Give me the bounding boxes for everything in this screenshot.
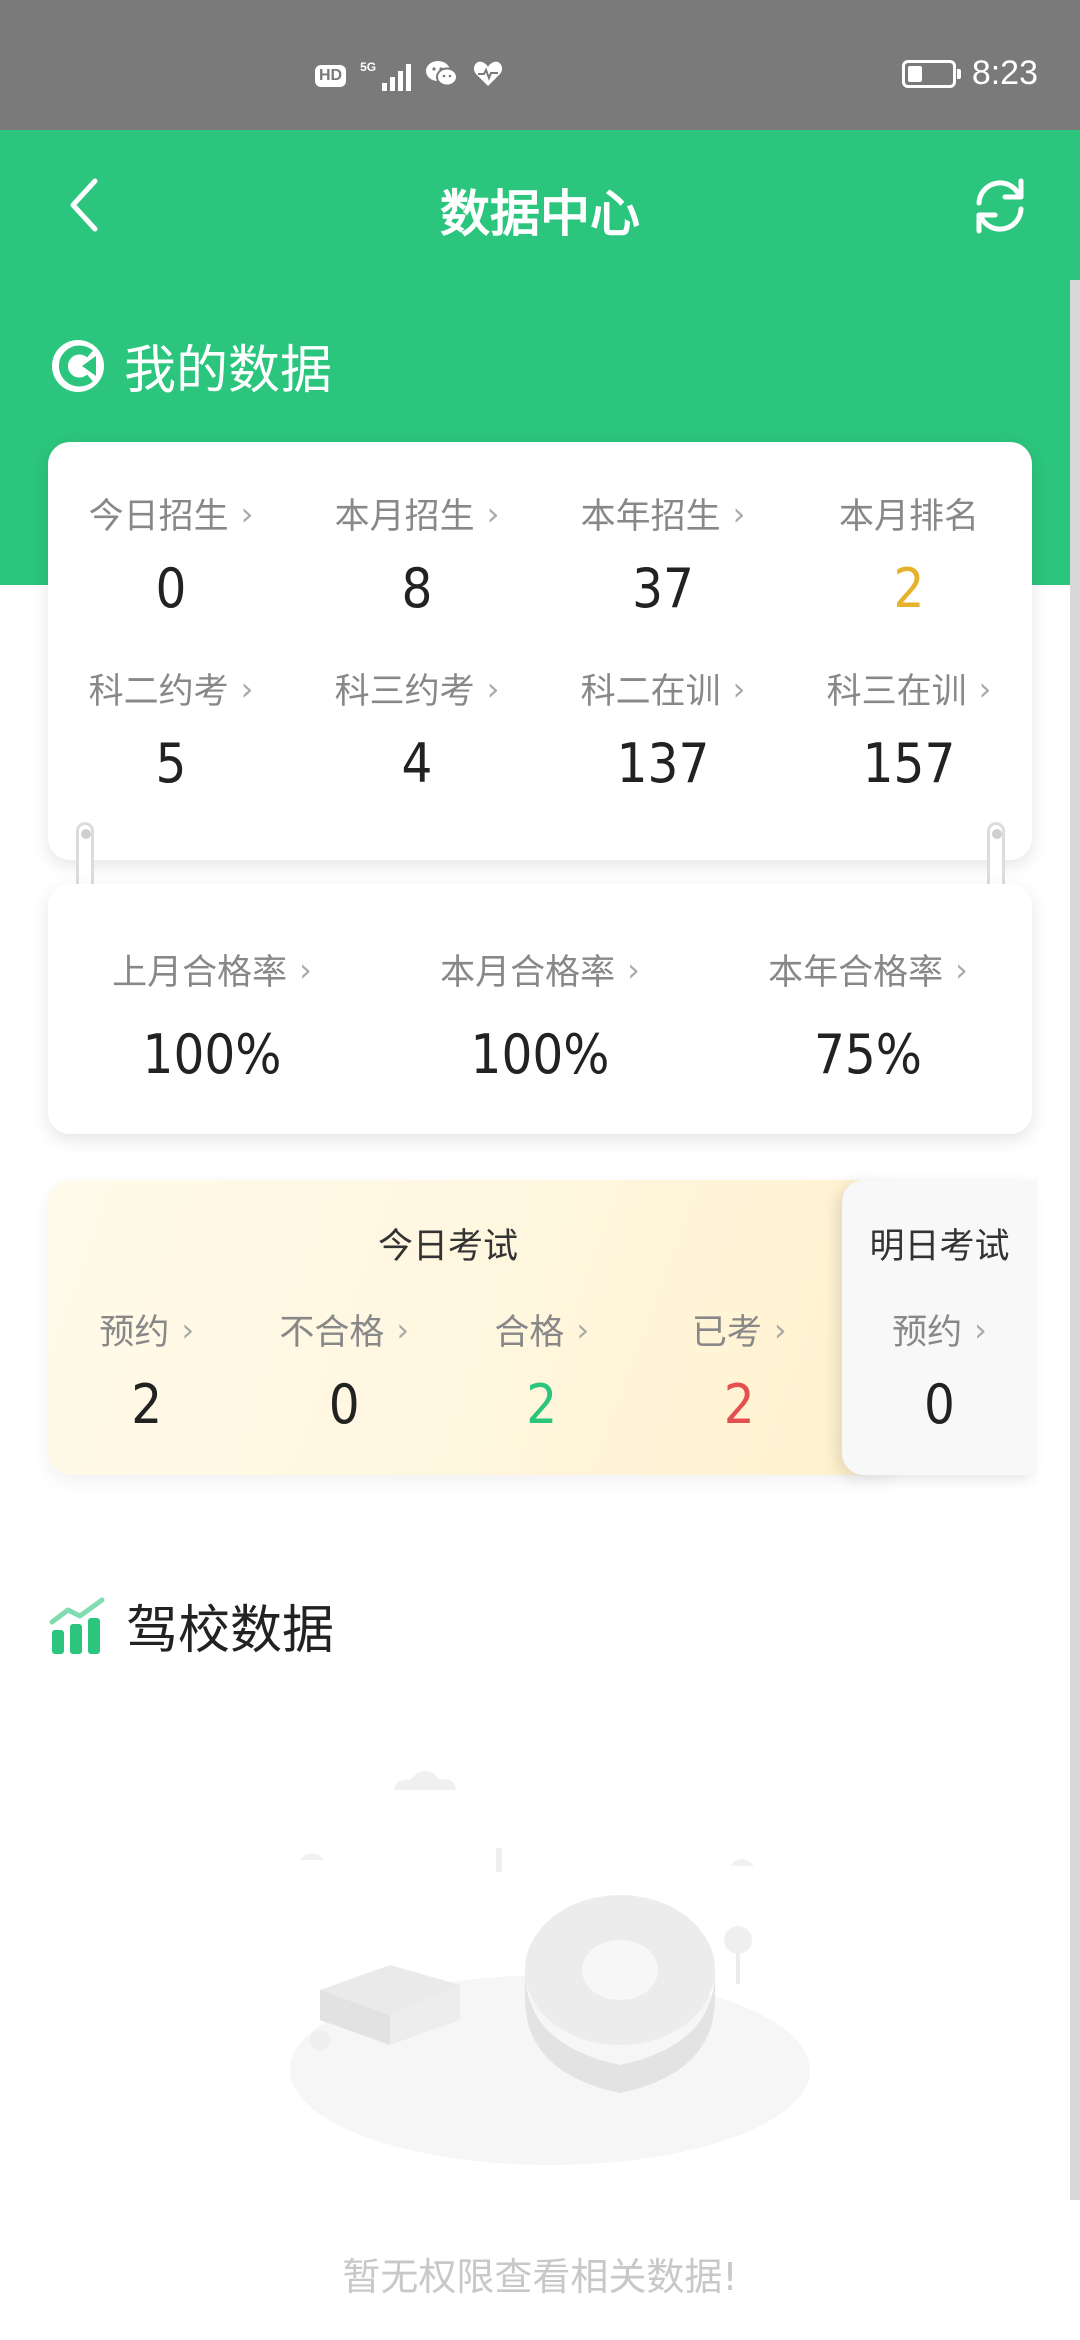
stat-label: 本年招生 bbox=[580, 497, 721, 537]
data-logo-icon bbox=[52, 339, 104, 392]
chevron-right-icon: › bbox=[974, 1310, 987, 1349]
network-type: 5G bbox=[360, 60, 377, 74]
stat-month-enroll[interactable]: 本月招生 › 8 bbox=[294, 488, 540, 619]
stat-k3-training[interactable]: 科三在训 › 157 bbox=[786, 663, 1032, 794]
chevron-right-icon: › bbox=[396, 1310, 410, 1349]
nav-bar: 数据中心 bbox=[0, 130, 1080, 280]
stat-label: 本年合格率 bbox=[768, 953, 944, 993]
exam-today-passed[interactable]: 合格 › 2 bbox=[443, 1304, 641, 1435]
stat-value: 2 bbox=[526, 1373, 558, 1436]
pass-rate-last-month[interactable]: 上月合格率 › 100% bbox=[48, 944, 376, 1085]
stat-label: 科三约考 bbox=[334, 672, 475, 712]
pass-rate-this-month[interactable]: 本月合格率 › 100% bbox=[376, 944, 704, 1085]
my-data-card: 今日招生 › 0 本月招生 › 8 本年招生 › 37 本月排名 2 科二约考 › 5 … bbox=[48, 442, 1032, 860]
chevron-right-icon: › bbox=[240, 494, 254, 533]
battery-icon bbox=[901, 59, 961, 88]
stats-row-1: 今日招生 › 0 本月招生 › 8 本年招生 › 37 本月排名 2 bbox=[48, 442, 1032, 619]
chevron-right-icon: › bbox=[240, 669, 254, 708]
refresh-icon bbox=[976, 178, 1024, 234]
stat-value: 2 bbox=[723, 1373, 755, 1436]
exam-today-failed[interactable]: 不合格 › 0 bbox=[246, 1304, 444, 1435]
chevron-right-icon: › bbox=[732, 494, 746, 533]
exam-today-card: 今日考试 预约 › 2 不合格 › 0 合格 › 2 已考 › 2 bbox=[48, 1180, 898, 1475]
health-icon bbox=[473, 60, 503, 92]
clock: 8:23 bbox=[971, 54, 1038, 92]
chevron-right-icon: › bbox=[486, 494, 500, 533]
school-data-header: 驾校数据 bbox=[48, 1588, 334, 1663]
scrollbar[interactable] bbox=[1070, 280, 1080, 2200]
stat-label: 不合格 bbox=[279, 1313, 385, 1353]
my-data-title: 我的数据 bbox=[124, 341, 333, 401]
chevron-right-icon: › bbox=[486, 669, 500, 708]
stat-value: 100% bbox=[470, 1023, 610, 1086]
wechat-icon bbox=[425, 59, 459, 93]
stat-k2-booked[interactable]: 科二约考 › 5 bbox=[48, 663, 294, 794]
stat-label: 已考 bbox=[691, 1313, 762, 1353]
signal-icon: 5G bbox=[360, 60, 412, 91]
chevron-right-icon: › bbox=[299, 950, 312, 989]
stat-label: 合格 bbox=[494, 1313, 565, 1353]
bar-chart-icon bbox=[49, 1597, 105, 1654]
exam-today-booked[interactable]: 预约 › 2 bbox=[48, 1304, 246, 1435]
stat-k3-booked[interactable]: 科三约考 › 4 bbox=[294, 663, 540, 794]
page-title: 数据中心 bbox=[440, 185, 640, 243]
pass-rate-this-year[interactable]: 本年合格率 › 75% bbox=[704, 944, 1032, 1085]
stat-value: 75% bbox=[814, 1023, 922, 1086]
pass-rate-card: 上月合格率 › 100% 本月合格率 › 100% 本年合格率 › 75% bbox=[48, 884, 1032, 1134]
stat-k2-training[interactable]: 科二在训 › 137 bbox=[540, 663, 786, 794]
chevron-right-icon: › bbox=[955, 950, 968, 989]
exam-tomorrow-booked[interactable]: 预约 › 0 bbox=[842, 1304, 1037, 1435]
stat-value: 5 bbox=[155, 732, 187, 795]
refresh-button[interactable] bbox=[960, 166, 1040, 246]
chevron-right-icon: › bbox=[773, 1310, 787, 1349]
exam-tomorrow-card: 明日考试 预约 › 0 bbox=[842, 1180, 1037, 1475]
stat-label: 科三在训 bbox=[826, 672, 967, 712]
stat-month-rank: 本月排名 2 bbox=[786, 488, 1032, 619]
exam-today-title: 今日考试 bbox=[377, 1227, 518, 1267]
stat-value: 37 bbox=[632, 557, 694, 620]
stat-label: 上月合格率 bbox=[112, 953, 288, 993]
status-bar: HD 5G 8:23 bbox=[0, 0, 1080, 130]
stat-value: 0 bbox=[924, 1373, 955, 1436]
stat-label: 科二约考 bbox=[88, 672, 229, 712]
stat-value: 137 bbox=[616, 732, 710, 795]
exam-tomorrow-title: 明日考试 bbox=[869, 1227, 1010, 1267]
chevron-right-icon: › bbox=[732, 669, 746, 708]
stat-value: 157 bbox=[862, 732, 956, 795]
stats-row-2: 科二约考 › 5 科三约考 › 4 科二在训 › 137 科三在训 › 157 bbox=[48, 619, 1032, 794]
stat-value: 0 bbox=[155, 557, 187, 620]
school-data-title: 驾校数据 bbox=[126, 1601, 335, 1661]
stat-label: 预约 bbox=[892, 1313, 963, 1353]
empty-state-message: 暂无权限查看相关数据! bbox=[342, 2255, 738, 2299]
empty-state-illustration bbox=[290, 1771, 810, 2165]
hd-icon: HD bbox=[315, 65, 347, 87]
stat-label: 科二在训 bbox=[580, 672, 721, 712]
stat-value: 2 bbox=[893, 557, 925, 620]
stat-label: 今日招生 bbox=[88, 497, 229, 537]
stat-value: 4 bbox=[401, 732, 433, 795]
stat-value: 2 bbox=[131, 1373, 163, 1436]
chevron-right-icon: › bbox=[627, 950, 640, 989]
exam-today-taken[interactable]: 已考 › 2 bbox=[641, 1304, 839, 1435]
stat-label: 本月合格率 bbox=[440, 953, 616, 993]
chevron-right-icon: › bbox=[978, 669, 992, 708]
stat-value: 0 bbox=[328, 1373, 360, 1436]
stat-label: 本月排名 bbox=[838, 497, 979, 537]
stat-label: 本月招生 bbox=[334, 497, 475, 537]
chevron-right-icon: › bbox=[576, 1310, 590, 1349]
stat-year-enroll[interactable]: 本年招生 › 37 bbox=[540, 488, 786, 619]
chevron-right-icon: › bbox=[181, 1310, 195, 1349]
my-data-header: 我的数据 bbox=[50, 328, 332, 403]
stat-value: 100% bbox=[142, 1023, 282, 1086]
stat-value: 8 bbox=[401, 557, 433, 620]
stat-today-enroll[interactable]: 今日招生 › 0 bbox=[48, 488, 294, 619]
stat-label: 预约 bbox=[99, 1313, 170, 1353]
